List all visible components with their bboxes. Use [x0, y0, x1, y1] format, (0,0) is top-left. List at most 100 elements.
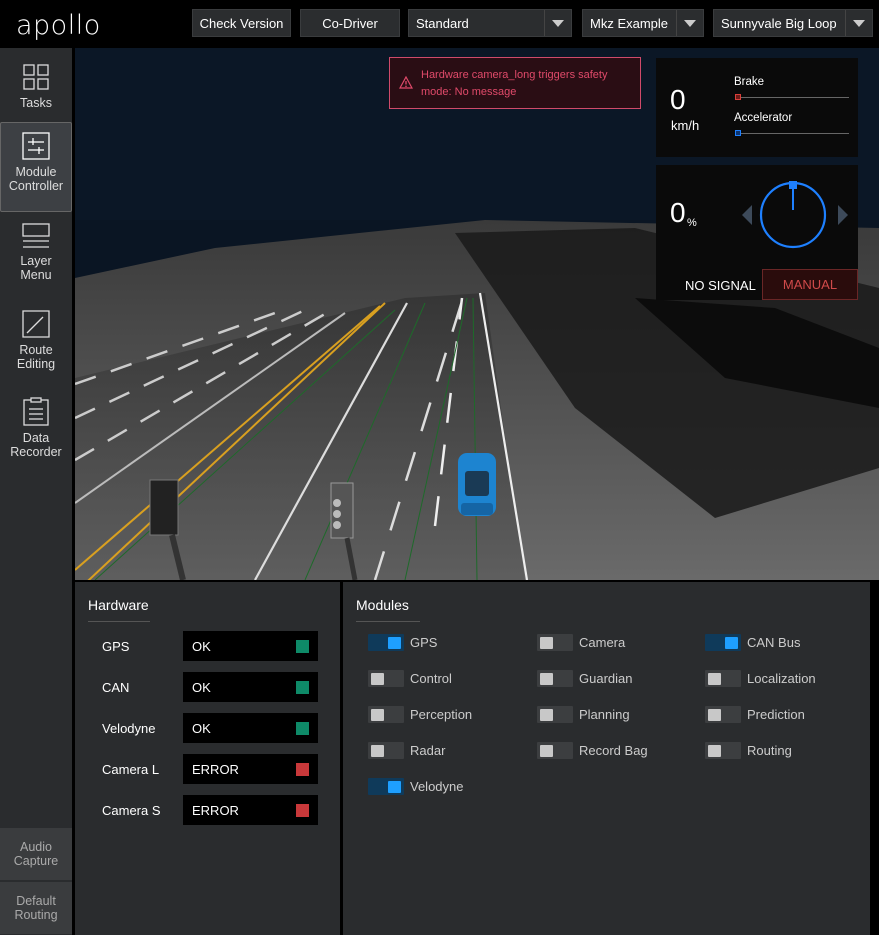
toggle-switch[interactable] — [368, 634, 404, 651]
toggle-switch[interactable] — [705, 706, 741, 723]
drive-mode-badge: MANUAL — [762, 269, 858, 300]
hardware-status-box: ERROR — [183, 795, 318, 825]
clipboard-icon — [21, 397, 51, 427]
status-ok-indicator — [296, 681, 309, 694]
sidebar-item-label: Module — [15, 165, 57, 179]
brake-track — [736, 97, 849, 98]
brake-label: Brake — [734, 76, 765, 88]
hardware-status: OK — [192, 680, 211, 695]
audio-capture-button[interactable]: Audio Capture — [0, 828, 72, 880]
hardware-title: Hardware — [88, 597, 150, 622]
module-label: Record Bag — [579, 743, 648, 758]
hardware-status: OK — [192, 721, 211, 736]
modules-panel: Modules GPS Camera CAN Bus Control Guardian L… — [343, 582, 870, 935]
accelerator-track — [736, 133, 849, 134]
hardware-status: ERROR — [192, 762, 239, 777]
sidebar-item-layer-menu[interactable]: Layer Menu — [0, 212, 72, 298]
toggle-switch[interactable] — [537, 634, 573, 651]
toggle-switch[interactable] — [368, 742, 404, 759]
module-label: Routing — [747, 743, 792, 758]
map-select-value: Sunnyvale Big Loop — [721, 15, 837, 31]
sidebar-item-label: Layer — [20, 254, 52, 268]
sidebar-item-label: Recorder — [10, 445, 62, 459]
hardware-name: Camera S — [102, 803, 161, 818]
hardware-status: ERROR — [192, 803, 239, 818]
chevron-down-icon — [845, 10, 872, 36]
sidebar: Tasks Module Controller Layer Menu Route… — [0, 48, 72, 935]
hardware-row-gps: GPS OK — [75, 631, 340, 661]
sidebar-item-route-editing[interactable]: Route Editing — [0, 301, 72, 387]
toggle-switch[interactable] — [368, 670, 404, 687]
signal-status: NO SIGNAL — [685, 278, 756, 293]
toggle-knob — [540, 709, 553, 721]
chevron-down-icon — [544, 10, 571, 36]
status-ok-indicator — [296, 722, 309, 735]
hardware-name: Velodyne — [102, 721, 156, 736]
brake-indicator — [735, 94, 741, 100]
mode-select[interactable]: Standard — [408, 9, 572, 37]
sidebar-item-label: Tasks — [20, 96, 52, 110]
toggle-switch[interactable] — [368, 706, 404, 723]
toggle-switch[interactable] — [705, 634, 741, 651]
grid-icon — [21, 62, 51, 92]
module-label: Velodyne — [410, 779, 464, 794]
co-driver-button[interactable]: Co-Driver — [300, 9, 400, 37]
accelerator-indicator — [735, 130, 741, 136]
toggle-switch[interactable] — [537, 706, 573, 723]
hardware-status-box: OK — [183, 713, 318, 743]
sidebar-item-label: Data — [22, 431, 50, 445]
sidebar-item-data-recorder[interactable]: Data Recorder — [0, 389, 72, 475]
speed-panel: 0 km/h Brake Accelerator — [656, 58, 858, 157]
toggle-knob — [540, 637, 553, 649]
toggle-switch[interactable] — [705, 670, 741, 687]
alert-text-line1: Hardware camera_long triggers safety — [421, 69, 608, 81]
steering-panel: 0 % NO SIGNAL MANUAL — [656, 165, 858, 300]
module-label: Prediction — [747, 707, 805, 722]
default-routing-button[interactable]: Default Routing — [0, 882, 72, 934]
check-version-button[interactable]: Check Version — [192, 9, 291, 37]
status-error-indicator — [296, 763, 309, 776]
toggle-switch[interactable] — [705, 742, 741, 759]
module-label: Perception — [410, 707, 473, 722]
header-bar: apollo Check Version Co-Driver Standard … — [0, 0, 879, 48]
steering-unit: % — [687, 217, 697, 229]
toggle-switch[interactable] — [368, 778, 404, 795]
module-label: Control — [410, 671, 452, 686]
toggle-knob — [708, 673, 721, 685]
map-select[interactable]: Sunnyvale Big Loop — [713, 9, 873, 37]
toggle-knob — [708, 709, 721, 721]
sidebar-item-module-controller[interactable]: Module Controller — [0, 122, 72, 212]
scene-view[interactable]: Hardware camera_long triggers safety mod… — [75, 48, 879, 580]
hardware-status: OK — [192, 639, 211, 654]
audio-capture-label: Capture — [13, 854, 59, 868]
sliders-icon — [21, 131, 51, 161]
safety-alert: Hardware camera_long triggers safety mod… — [389, 57, 641, 109]
toggle-knob — [708, 745, 721, 757]
module-label: Guardian — [579, 671, 633, 686]
sidebar-item-label: Controller — [8, 179, 64, 193]
toggle-switch[interactable] — [537, 742, 573, 759]
layers-icon — [21, 220, 51, 250]
hardware-row-camera-s: Camera S ERROR — [75, 795, 340, 825]
sidebar-item-label: Menu — [20, 268, 52, 282]
toggle-knob — [540, 745, 553, 757]
modules-title: Modules — [356, 597, 420, 622]
hardware-name: GPS — [102, 639, 130, 654]
speed-value: 0 — [670, 84, 686, 115]
default-routing-label: Default — [16, 894, 56, 908]
sidebar-item-label: Editing — [16, 357, 56, 371]
status-error-indicator — [296, 804, 309, 817]
hardware-row-can: CAN OK — [75, 672, 340, 702]
steering-value: 0 — [670, 197, 686, 228]
toggle-switch[interactable] — [537, 670, 573, 687]
module-label: GPS — [410, 635, 438, 650]
default-routing-label: Routing — [14, 908, 58, 922]
chevron-down-icon — [676, 10, 703, 36]
hardware-status-box: ERROR — [183, 754, 318, 784]
apollo-logo: apollo — [16, 10, 101, 41]
audio-capture-label: Audio — [20, 840, 52, 854]
vehicle-select[interactable]: Mkz Example — [582, 9, 704, 37]
module-label: Camera — [579, 635, 626, 650]
warning-icon — [398, 75, 414, 95]
module-label: Radar — [410, 743, 446, 758]
